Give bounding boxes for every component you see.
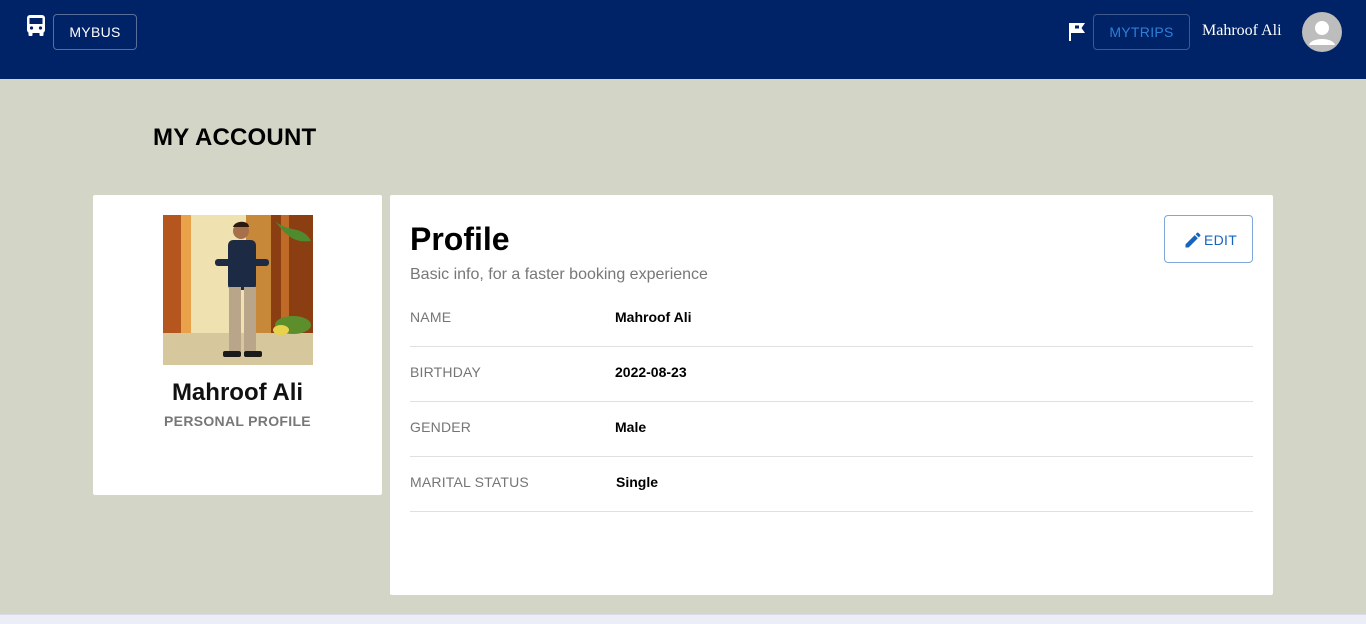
avatar[interactable] [1302, 12, 1342, 52]
user-name[interactable]: Mahroof Ali [1202, 22, 1282, 40]
profile-name: Mahroof Ali [171, 379, 304, 406]
field-value: Male [615, 419, 647, 435]
profile-section-subtitle: Basic info, for a faster booking experie… [410, 266, 708, 283]
field-row-marital-status: MARITAL STATUS Single [410, 457, 1253, 512]
bottom-strip [0, 614, 1366, 624]
field-label: BIRTHDAY [410, 364, 482, 380]
profile-summary-card: Mahroof Ali PERSONAL PROFILE [93, 195, 382, 495]
page-title: MY ACCOUNT [153, 124, 317, 151]
profile-type-label: PERSONAL PROFILE [164, 413, 311, 429]
field-row-gender: GENDER Male [410, 402, 1253, 457]
field-label: GENDER [410, 419, 472, 435]
mytrips-button[interactable]: MYTRIPS [1093, 14, 1190, 50]
mybus-button[interactable]: MYBUS [53, 14, 137, 50]
edit-button[interactable]: EDIT [1164, 215, 1253, 263]
field-label: NAME [410, 309, 452, 325]
field-label: MARITAL STATUS [410, 474, 529, 490]
field-value: 2022-08-23 [615, 364, 687, 380]
avatar-icon [1309, 21, 1335, 45]
profile-photo [163, 215, 313, 365]
field-row-birthday: BIRTHDAY 2022-08-23 [410, 347, 1253, 402]
edit-label: EDIT [1204, 232, 1238, 248]
pencil-icon [1185, 232, 1201, 248]
field-value: Mahroof Ali [615, 309, 692, 325]
profile-section-title: Profile [410, 221, 510, 257]
app-bar: MYBUS MYTRIPS Mahroof Ali [0, 0, 1366, 79]
flag-icon[interactable] [1068, 22, 1086, 42]
field-row-name: NAME Mahroof Ali [410, 292, 1253, 347]
profile-details-card: Profile Basic info, for a faster booking… [390, 195, 1273, 595]
bus-icon[interactable] [26, 15, 46, 37]
field-value: Single [616, 474, 659, 490]
